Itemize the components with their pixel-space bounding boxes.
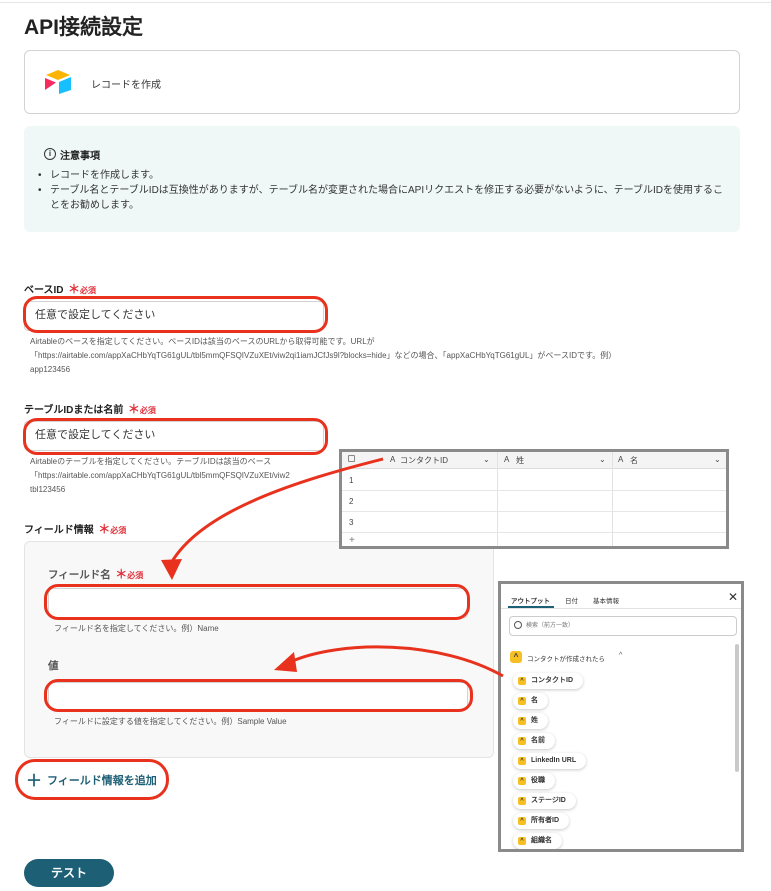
- row-divider: [342, 532, 726, 533]
- row-number: 1: [349, 476, 354, 485]
- value-help: フィールドに設定する値を指定してください。例）Sample Value: [54, 717, 287, 726]
- column-header: コンタクトID: [400, 456, 448, 465]
- output-item[interactable]: ^ LinkedIn URL: [513, 753, 587, 769]
- output-item[interactable]: ^ ステージID: [513, 793, 576, 809]
- notice-box: i 注意事項 レコードを作成します。 テーブル名とテーブルIDは互換性があります…: [24, 126, 740, 232]
- app-logo-icon: ^: [518, 817, 526, 825]
- required-badge: ＊必須: [127, 402, 156, 416]
- base-id-help: Airtableのベースを指定してください。ベースIDは該当のベースのURLから…: [30, 335, 730, 377]
- field-name-label-row: フィールド名 ＊必須: [48, 565, 143, 583]
- close-icon[interactable]: ✕: [728, 590, 738, 604]
- help-line: tbl123456: [30, 485, 66, 494]
- text-field-icon: A: [390, 455, 396, 464]
- table-id-help: Airtableのテーブルを指定してください。テーブルIDは該当のベース 「ht…: [30, 455, 350, 497]
- output-item[interactable]: ^ 組織名: [513, 833, 562, 849]
- picker-search-input[interactable]: 検索（前方一致）: [509, 616, 737, 636]
- row-number: 2: [349, 497, 354, 506]
- table-id-label: テーブルIDまたは名前: [24, 405, 124, 416]
- field-name-label: フィールド名: [48, 569, 111, 581]
- output-item[interactable]: ^ 所有者ID: [513, 813, 569, 829]
- row-divider: [342, 511, 726, 512]
- chevron-down-icon: ⌄: [483, 455, 490, 464]
- help-line: Airtableのテーブルを指定してください。テーブルIDは該当のベース: [30, 457, 272, 466]
- page-title: API接続設定: [24, 16, 144, 39]
- app-logo-icon: ^: [510, 651, 522, 663]
- plus-icon: ＋: [26, 773, 43, 790]
- chevron-up-icon[interactable]: ^: [619, 652, 622, 659]
- column-header: 姓: [516, 456, 524, 465]
- help-line: 「https://airtable.com/appXaCHbYqTG61gUL/…: [30, 471, 290, 480]
- airtable-table-overlay: A コンタクトID ⌄ A 姓 ⌄ A 名 ⌄ 1 2 3 +: [339, 449, 729, 549]
- table-header: A コンタクトID ⌄ A 姓 ⌄ A 名 ⌄: [342, 452, 726, 469]
- add-field-button[interactable]: フィールド情報を追加: [47, 772, 157, 788]
- row-divider: [342, 490, 726, 491]
- highlight-outline: [44, 584, 470, 620]
- action-label: レコードを作成: [91, 80, 161, 91]
- app-logo-icon: ^: [518, 837, 526, 845]
- notice-item: レコードを作成します。: [38, 168, 728, 183]
- output-item[interactable]: ^ 姓: [513, 713, 548, 729]
- tab-output[interactable]: アウトプット: [511, 595, 550, 605]
- notice-list: レコードを作成します。 テーブル名とテーブルIDは互換性がありますが、テーブル名…: [38, 168, 728, 213]
- search-icon: [514, 621, 522, 629]
- tab-divider: [501, 608, 741, 609]
- top-divider: [0, 2, 771, 3]
- output-item[interactable]: ^ 役職: [513, 773, 555, 789]
- base-id-label: ベースID: [24, 285, 64, 296]
- output-item[interactable]: ^ 名前: [513, 733, 555, 749]
- app-logo-icon: ^: [518, 797, 526, 805]
- notice-title: 注意事項: [60, 151, 100, 162]
- text-field-icon: A: [504, 455, 510, 464]
- required-badge: ＊必須: [98, 522, 127, 536]
- checkbox-icon: [348, 455, 355, 462]
- required-badge: ＊必須: [115, 567, 144, 581]
- value-label: 値: [48, 660, 59, 672]
- scrollbar[interactable]: [735, 644, 739, 772]
- field-info-label-row: フィールド情報 ＊必須: [24, 520, 126, 538]
- highlight-outline: [23, 296, 328, 333]
- trigger-group-label[interactable]: コンタクトが作成されたら: [527, 653, 605, 663]
- table-id-label-row: テーブルIDまたは名前 ＊必須: [24, 400, 156, 418]
- app-logo-icon: ^: [518, 737, 526, 745]
- app-logo-icon: ^: [518, 777, 526, 785]
- help-line: app123456: [30, 365, 71, 374]
- text-field-icon: A: [618, 455, 624, 464]
- airtable-logo-icon: [45, 70, 71, 94]
- highlight-outline: [44, 679, 473, 712]
- notice-item: テーブル名とテーブルIDは互換性がありますが、テーブル名が変更された場合にAPI…: [38, 183, 728, 213]
- field-info-label: フィールド情報: [24, 525, 94, 536]
- action-card[interactable]: レコードを作成: [24, 50, 740, 114]
- app-logo-icon: ^: [518, 717, 526, 725]
- chevron-down-icon: ⌄: [714, 455, 721, 464]
- tab-date[interactable]: 日付: [565, 595, 578, 605]
- app-logo-icon: ^: [518, 697, 526, 705]
- field-name-help: フィールド名を指定してください。例）Name: [54, 624, 219, 633]
- search-placeholder: 検索（前方一致）: [526, 623, 575, 629]
- add-row-icon: +: [349, 535, 355, 546]
- info-icon: i: [44, 148, 56, 160]
- help-line: 「https://airtable.com/appXaCHbYqTG61gUL/…: [30, 351, 617, 360]
- output-item[interactable]: ^ コンタクトID: [513, 673, 583, 689]
- row-number: 3: [349, 518, 354, 527]
- app-logo-icon: ^: [518, 757, 526, 765]
- required-badge: ＊必須: [67, 282, 96, 296]
- test-button[interactable]: テスト: [24, 859, 114, 887]
- output-picker-overlay: アウトプット 日付 基本情報 ✕ 検索（前方一致） ^ コンタクトが作成されたら…: [498, 581, 744, 852]
- chevron-down-icon: ⌄: [599, 455, 606, 464]
- output-item[interactable]: ^ 名: [513, 693, 548, 709]
- column-header: 名: [630, 456, 638, 465]
- app-logo-icon: ^: [518, 677, 526, 685]
- tab-basic-info[interactable]: 基本情報: [593, 595, 619, 605]
- help-line: Airtableのベースを指定してください。ベースIDは該当のベースのURLから…: [30, 337, 375, 346]
- highlight-outline: [23, 418, 328, 455]
